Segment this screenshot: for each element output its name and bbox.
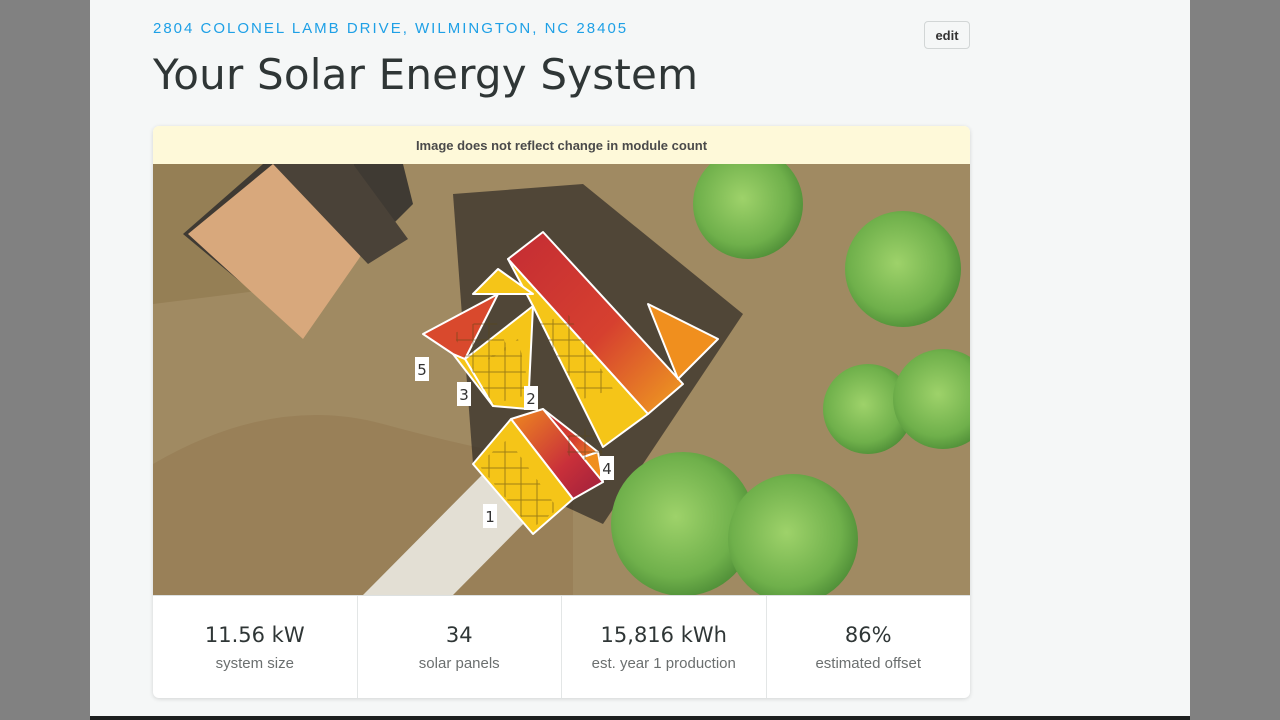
tree — [845, 211, 961, 327]
module-count-notice: Image does not reflect change in module … — [153, 126, 970, 164]
page-title: Your Solar Energy System — [153, 50, 699, 99]
stat-solar-panels: 34 solar panels — [358, 596, 562, 698]
roof-satellite-map[interactable]: 1 2 3 4 5 — [153, 164, 970, 595]
edit-button[interactable]: edit — [924, 21, 970, 49]
system-stats: 11.56 kW system size 34 solar panels 15,… — [153, 595, 970, 698]
stat-label: system size — [215, 654, 294, 672]
stat-offset: 86% estimated offset — [767, 596, 971, 698]
stat-value: 11.56 kW — [204, 622, 305, 647]
segment-label-5: 5 — [417, 361, 427, 379]
stat-label: estimated offset — [815, 654, 922, 672]
property-address: 2804 COLONEL LAMB DRIVE, WILMINGTON, NC … — [153, 20, 629, 37]
stat-label: est. year 1 production — [591, 654, 736, 672]
stat-value: 15,816 kWh — [600, 622, 727, 647]
segment-label-3: 3 — [459, 386, 469, 404]
stat-value: 86% — [844, 622, 892, 647]
stat-system-size: 11.56 kW system size — [153, 596, 358, 698]
roof-layout-svg: 1 2 3 4 5 — [153, 164, 970, 595]
stat-production: 15,816 kWh est. year 1 production — [562, 596, 767, 698]
stat-label: solar panels — [418, 654, 500, 672]
system-card: Image does not reflect change in module … — [153, 126, 970, 698]
segment-label-4: 4 — [602, 460, 612, 478]
stat-value: 34 — [445, 622, 473, 647]
bottom-bar — [90, 716, 1190, 720]
segment-label-1: 1 — [485, 508, 495, 526]
segment-label-2: 2 — [526, 390, 536, 408]
